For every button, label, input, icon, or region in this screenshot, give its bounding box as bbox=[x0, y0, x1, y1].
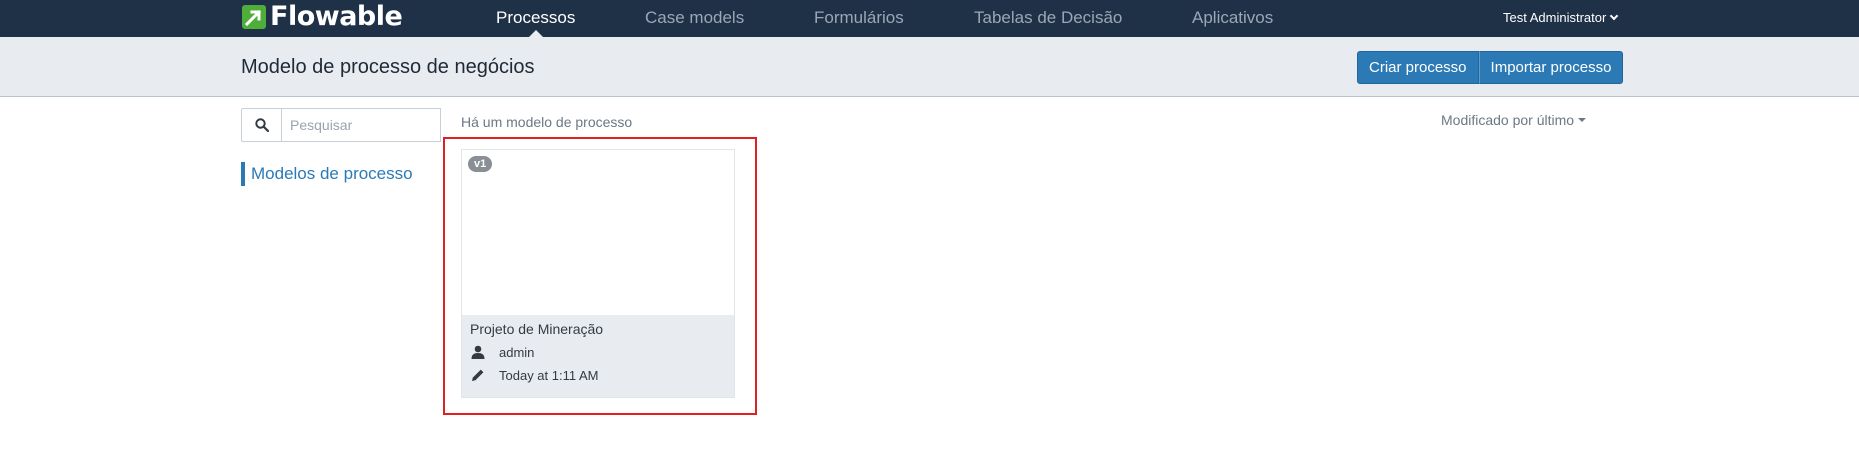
search-box bbox=[241, 108, 441, 142]
search-button[interactable] bbox=[241, 108, 281, 142]
sidebar-item-modelos-de-processo[interactable]: Modelos de processo bbox=[241, 162, 413, 186]
card-title: Projeto de Mineração bbox=[470, 321, 604, 337]
card-author-row: admin bbox=[470, 343, 534, 361]
tab-case-models[interactable]: Case models bbox=[645, 0, 744, 37]
user-icon bbox=[470, 344, 486, 360]
brand-name: Flowable bbox=[270, 1, 403, 32]
tab-label: Aplicativos bbox=[1192, 8, 1274, 27]
tab-processos[interactable]: Processos bbox=[496, 0, 575, 37]
tab-formularios[interactable]: Formulários bbox=[814, 0, 904, 37]
card-modified-row: Today at 1:11 AM bbox=[470, 366, 599, 384]
card-modified: Today at 1:11 AM bbox=[499, 367, 599, 383]
version-badge: v1 bbox=[468, 156, 493, 172]
sort-label: Modificado por último bbox=[1441, 112, 1575, 128]
create-process-button[interactable]: Criar processo bbox=[1357, 51, 1479, 84]
page-header: Modelo de processo de negócios Criar pro… bbox=[0, 37, 1859, 97]
tab-aplicativos[interactable]: Aplicativos bbox=[1192, 0, 1273, 37]
search-icon bbox=[254, 118, 269, 132]
user-name: Test Administrator bbox=[1503, 10, 1607, 25]
active-tab-indicator bbox=[528, 30, 543, 37]
user-menu[interactable]: Test Administrator bbox=[1503, 0, 1619, 37]
caret-down-icon bbox=[1578, 118, 1587, 122]
header-actions: Criar processo Importar processo bbox=[1357, 51, 1624, 84]
import-process-button[interactable]: Importar processo bbox=[1478, 51, 1624, 84]
top-navbar: Flowable Processos Case models Formulári… bbox=[0, 0, 1859, 37]
model-count-text: Há um modelo de processo bbox=[461, 114, 633, 130]
tab-label: Tabelas de Decisão bbox=[974, 8, 1123, 27]
chevron-down-icon bbox=[1610, 11, 1619, 21]
flowable-logo-icon bbox=[242, 5, 266, 29]
sort-dropdown[interactable]: Modificado por último bbox=[1441, 112, 1587, 128]
tab-tabelas-de-decisao[interactable]: Tabelas de Decisão bbox=[974, 0, 1122, 37]
tab-label: Case models bbox=[645, 8, 745, 27]
pencil-icon bbox=[470, 367, 486, 383]
tab-label: Processos bbox=[496, 8, 576, 27]
page-title: Modelo de processo de negócios bbox=[241, 56, 535, 78]
process-model-card[interactable]: v1 Projeto de Mineração admin Today at 1… bbox=[461, 149, 735, 398]
card-footer: Projeto de Mineração admin Today at 1:11… bbox=[462, 315, 734, 397]
flowable-logo[interactable]: Flowable bbox=[241, 1, 403, 32]
tab-label: Formulários bbox=[814, 8, 904, 27]
search-input[interactable] bbox=[281, 108, 441, 142]
card-author: admin bbox=[499, 344, 535, 360]
